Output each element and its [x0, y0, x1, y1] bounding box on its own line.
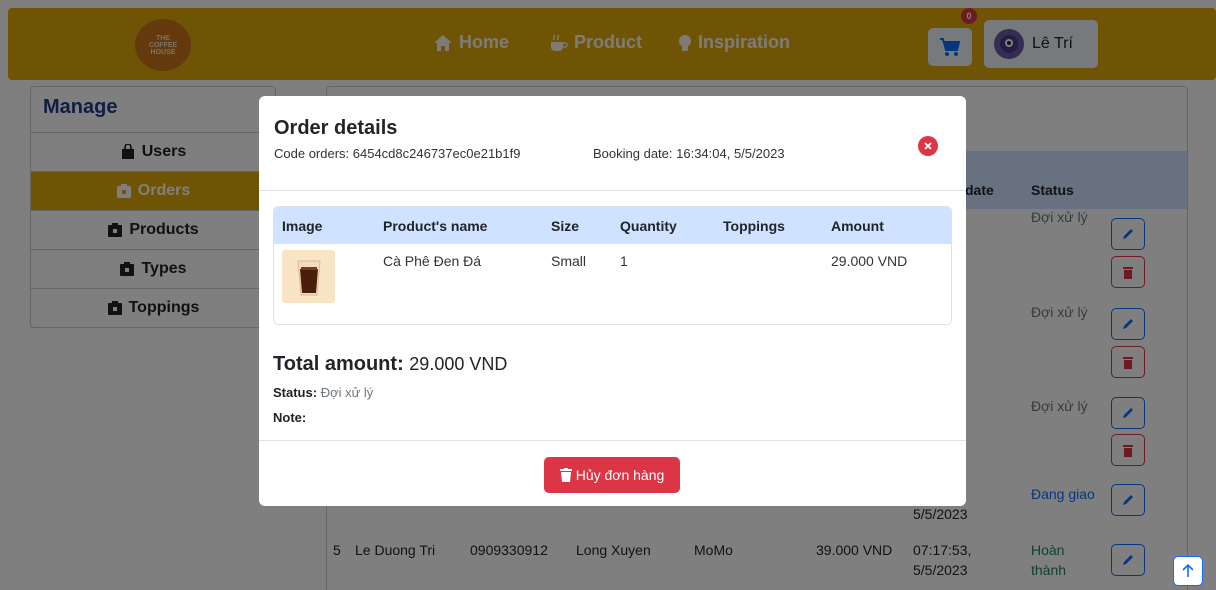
column-header-toppings: Toppings — [723, 218, 785, 234]
close-icon — [924, 142, 932, 150]
total-amount-label: Total amount: — [273, 353, 404, 375]
column-header-amount: Amount — [831, 218, 884, 234]
item-size: Small — [551, 253, 587, 269]
cancel-order-label: Hủy đơn hàng — [575, 467, 665, 483]
order-code: Code orders: 6454cd8c246737ec0e21b1f9 — [274, 146, 521, 161]
divider — [259, 440, 966, 441]
scroll-to-top-button[interactable] — [1173, 556, 1203, 586]
item-product-name: Cà Phê Đen Đá — [383, 253, 482, 269]
order-note: Note: — [273, 410, 307, 425]
column-header-quantity: Quantity — [620, 218, 677, 234]
arrow-up-icon — [1182, 564, 1194, 577]
modal-title: Order details — [274, 117, 398, 139]
status-label: Status: — [273, 385, 318, 400]
order-details-modal: Order details Code orders: 6454cd8c24673… — [259, 96, 966, 506]
trash-icon — [559, 468, 572, 482]
order-items-table: Image Product's name Size Quantity Toppi… — [273, 206, 952, 325]
item-quantity: 1 — [620, 253, 628, 269]
product-image — [282, 250, 335, 303]
column-header-product-name: Product's name — [383, 218, 488, 234]
total-amount-value: 29.000 VND — [409, 354, 508, 374]
total-amount: Total amount: 29.000 VND — [273, 353, 507, 376]
divider — [259, 190, 966, 191]
order-status-line: Status: Đợi xử lý — [273, 385, 373, 400]
item-amount: 29.000 VND — [831, 253, 908, 269]
column-header-size: Size — [551, 218, 580, 234]
booking-date: Booking date: 16:34:04, 5/5/2023 — [593, 146, 785, 161]
status-value: Đợi xử lý — [320, 385, 374, 400]
cancel-order-button[interactable]: Hủy đơn hàng — [544, 457, 680, 493]
column-header-image: Image — [282, 218, 323, 234]
iced-coffee-icon — [296, 260, 321, 295]
close-modal-button[interactable] — [918, 136, 938, 156]
